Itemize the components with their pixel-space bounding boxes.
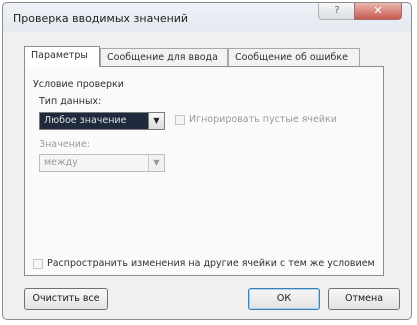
chevron-down-icon: ▼ [148, 155, 164, 171]
ok-button[interactable]: ОК [248, 288, 320, 310]
ignore-blank-label: Игнорировать пустые ячейки [189, 114, 337, 125]
close-icon: ✕ [373, 4, 383, 17]
tab-input-message-label: Сообщение для ввода [107, 52, 218, 63]
title-bar: Проверка вводимых значений ? ✕ [3, 3, 411, 31]
tab-error-alert[interactable]: Сообщение об ошибке [228, 48, 360, 66]
dialog-title: Проверка вводимых значений [13, 12, 189, 25]
value-operator-value: между [44, 157, 78, 168]
apply-to-all-checkbox[interactable] [33, 259, 43, 269]
cancel-button[interactable]: Отмена [328, 288, 400, 310]
settings-panel: Условие проверки Тип данных: Любое значе… [24, 66, 384, 276]
value-label: Значение: [39, 139, 91, 150]
help-icon: ? [334, 5, 340, 16]
help-button[interactable]: ? [318, 3, 356, 20]
data-type-select[interactable]: Любое значение ▼ [39, 112, 165, 130]
clear-all-button[interactable]: Очистить все [24, 288, 108, 310]
value-operator-select[interactable]: между ▼ [39, 154, 165, 172]
close-button[interactable]: ✕ [354, 3, 402, 20]
apply-to-all-label: Распространить изменения на другие ячейк… [47, 258, 375, 269]
tab-parameters-label: Параметры [31, 50, 88, 61]
tab-error-alert-label: Сообщение об ошибке [235, 52, 348, 63]
ignore-blank-checkbox[interactable] [175, 115, 185, 125]
data-type-value: Любое значение [40, 113, 148, 129]
data-type-label: Тип данных: [39, 96, 102, 107]
chevron-down-icon: ▼ [148, 113, 164, 129]
validation-criteria-heading: Условие проверки [33, 79, 124, 90]
tab-input-message[interactable]: Сообщение для ввода [100, 48, 228, 66]
tab-parameters[interactable]: Параметры [24, 46, 100, 67]
